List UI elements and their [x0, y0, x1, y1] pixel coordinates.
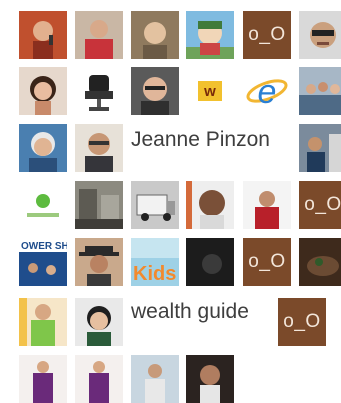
avatar-power-shift-banner[interactable]: OWER SH	[19, 238, 67, 286]
avatar-woman-smiling[interactable]	[131, 11, 179, 59]
user-name-wealth-guide[interactable]: wealth guide	[131, 300, 249, 324]
avatar-grid: o_O w e Jeanne Pinzon o_O OWER SH Kids o…	[0, 0, 341, 403]
avatar-woman-green-top[interactable]	[19, 298, 67, 346]
avatar-person-red[interactable]	[243, 181, 291, 229]
svg-text:OWER SH: OWER SH	[21, 241, 67, 252]
avatar-kids-logo[interactable]: Kids	[131, 238, 179, 286]
user-name-jeanne-pinzon[interactable]: Jeanne Pinzon	[131, 128, 270, 152]
avatar-ie-logo[interactable]: e	[243, 67, 291, 115]
avatar-hands-soil[interactable]	[299, 238, 341, 286]
avatar-people-cropped[interactable]	[299, 124, 341, 172]
avatar-woman-dark-hair[interactable]	[19, 67, 67, 115]
avatar-woman-purple-dress-2[interactable]	[75, 355, 123, 403]
placeholder-avatar[interactable]: o_O	[243, 238, 291, 286]
placeholder-avatar[interactable]: o_O	[243, 11, 291, 59]
avatar-older-man-white-hair[interactable]	[19, 124, 67, 172]
avatar-street-scene[interactable]	[75, 181, 123, 229]
avatar-woman-dark[interactable]	[186, 355, 234, 403]
avatar-man-red-shirt[interactable]	[75, 11, 123, 59]
avatar-truck[interactable]	[131, 181, 179, 229]
avatar-dark-photo[interactable]	[186, 238, 234, 286]
avatar-group-photo[interactable]	[299, 67, 341, 115]
avatar-man-hat[interactable]	[75, 238, 123, 286]
avatar-woman-short-hair[interactable]	[75, 298, 123, 346]
svg-text:Kids: Kids	[133, 263, 176, 285]
avatar-w-logo[interactable]: w	[186, 67, 234, 115]
avatar-man-glasses-shirt[interactable]	[75, 124, 123, 172]
avatar-bald-man[interactable]	[186, 181, 234, 229]
avatar-cartoon-character[interactable]	[186, 11, 234, 59]
avatar-woman-purple-dress[interactable]	[19, 355, 67, 403]
avatar-man-red-microphone[interactable]	[19, 11, 67, 59]
placeholder-avatar[interactable]: o_O	[299, 181, 341, 229]
svg-text:e: e	[258, 73, 277, 111]
avatar-barber-chair[interactable]	[75, 67, 123, 115]
avatar-man-sunglasses[interactable]	[299, 11, 341, 59]
svg-text:w: w	[203, 83, 216, 100]
placeholder-avatar[interactable]: o_O	[278, 298, 326, 346]
avatar-person-outdoors[interactable]	[131, 355, 179, 403]
avatar-green-logo[interactable]	[19, 181, 67, 229]
avatar-man-glasses[interactable]	[131, 67, 179, 115]
